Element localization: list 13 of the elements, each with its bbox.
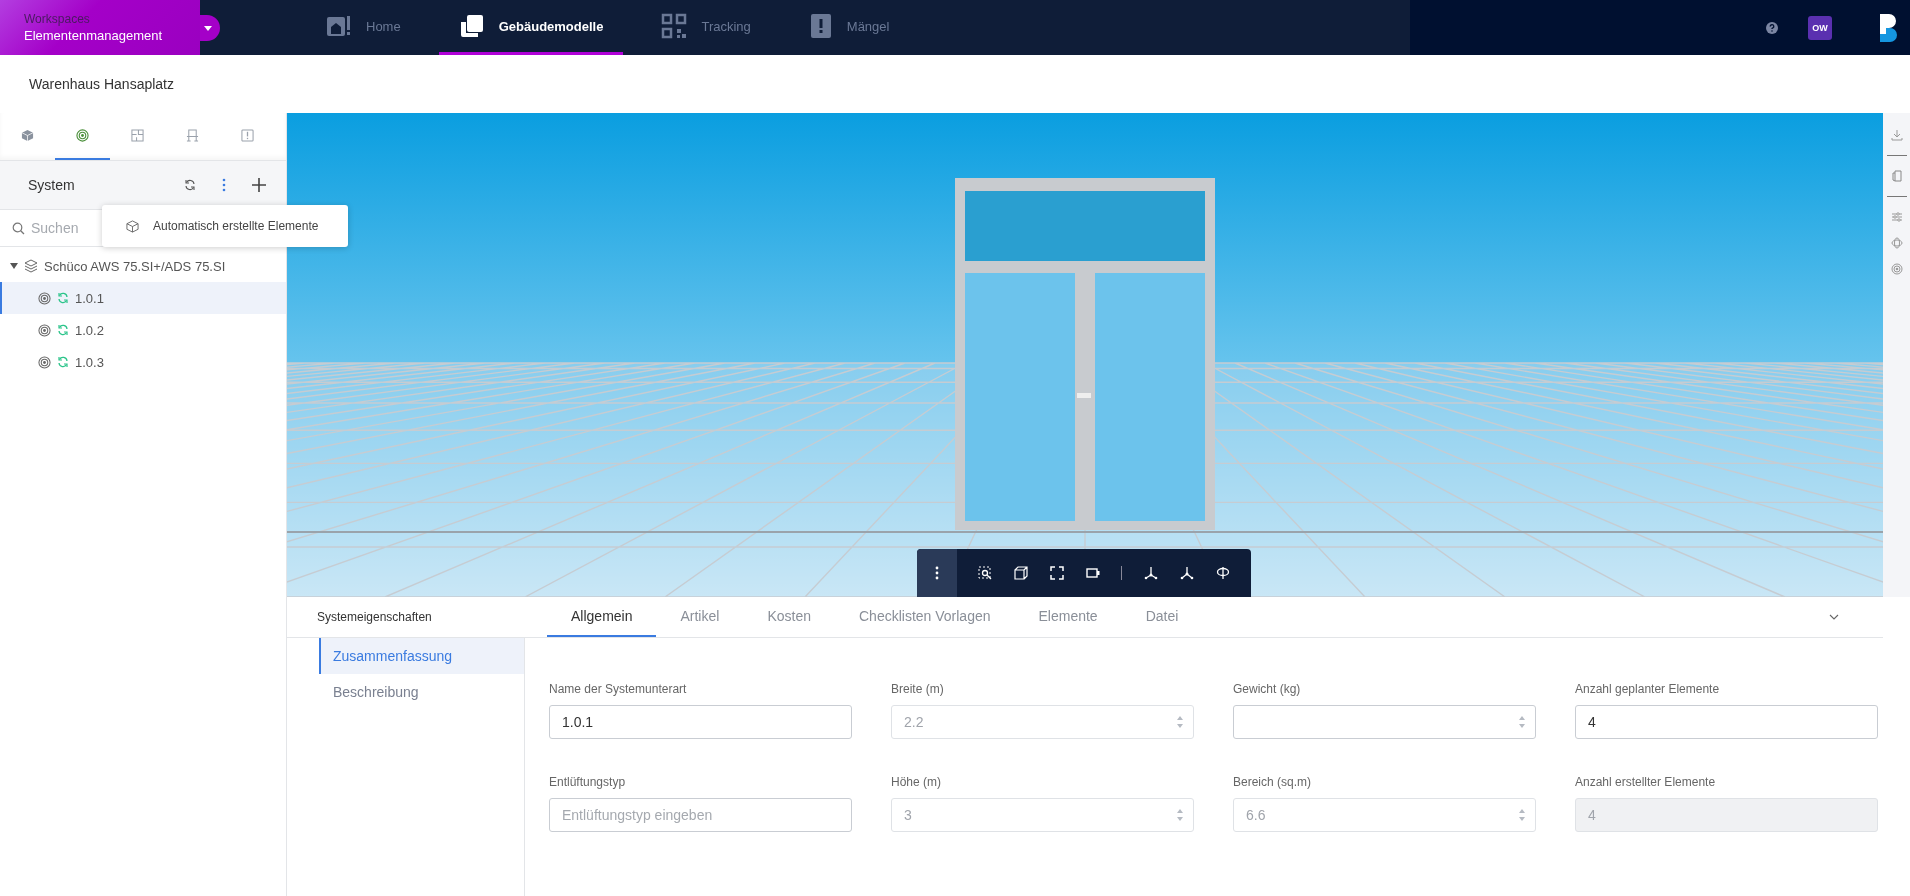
panel-title: Systemeigenschaften [317, 610, 433, 624]
field-label: Höhe (m) [891, 775, 942, 789]
field-label: Anzahl geplanter Elemente [1575, 682, 1721, 696]
field-label: Breite (m) [891, 682, 945, 696]
workspace-caption: Workspaces [24, 12, 91, 26]
field-label: Name der Systemunterart [549, 682, 688, 696]
field-label: Anzahl erstellter Elemente [1575, 775, 1717, 789]
field-label: Gewicht (kg) [1233, 682, 1302, 696]
workspace-name: Elementenmanagement [24, 28, 164, 43]
project-title: Warenhaus Hansaplatz [29, 76, 174, 92]
field-label: Entlüftungstyp [549, 775, 627, 789]
field-label: Bereich (sq.m) [1233, 775, 1313, 789]
panel-title: System [28, 177, 75, 193]
